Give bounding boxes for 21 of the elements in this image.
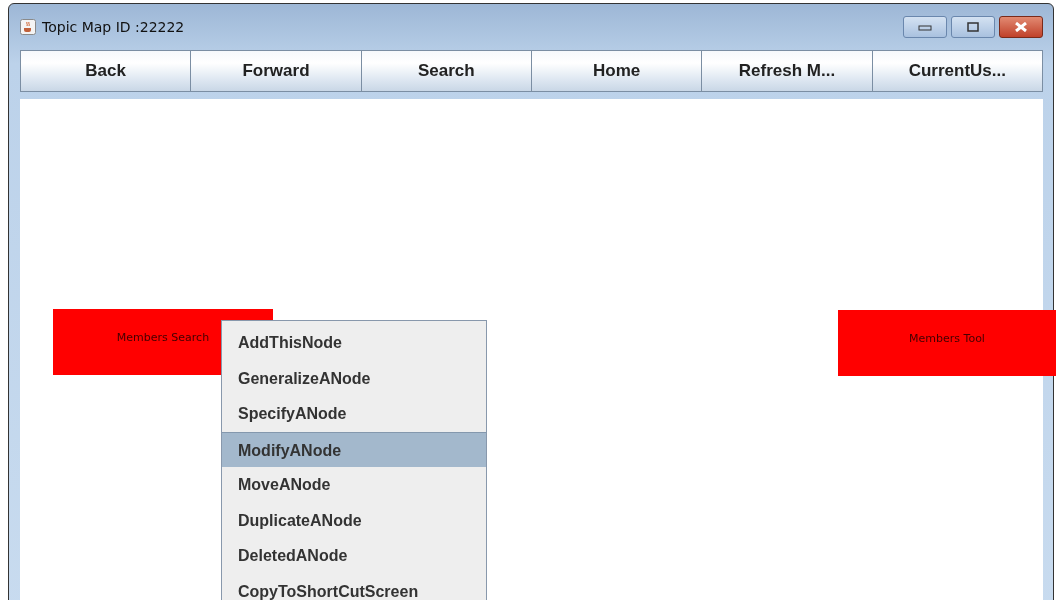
- cup-icon: [20, 19, 36, 35]
- toolbar-button[interactable]: Refresh M...: [702, 51, 873, 91]
- menu-item[interactable]: SpecifyANode: [222, 396, 486, 432]
- menu-item[interactable]: CopyToShortCutScreen: [222, 573, 486, 600]
- toolbar-button[interactable]: Back: [21, 51, 192, 91]
- window-title: Topic Map ID :22222: [42, 19, 185, 35]
- maximize-button[interactable]: [951, 16, 995, 38]
- menu-item[interactable]: ModifyANode: [222, 431, 486, 467]
- minimize-button[interactable]: [903, 16, 947, 38]
- node[interactable]: Members Tool: [838, 310, 1056, 376]
- close-icon: [1014, 22, 1028, 32]
- toolbar-button[interactable]: CurrentUs...: [872, 51, 1042, 91]
- toolbar-button[interactable]: Forward: [191, 51, 362, 91]
- menu-item[interactable]: DuplicateANode: [222, 502, 486, 538]
- close-button[interactable]: [999, 16, 1043, 38]
- menu-item[interactable]: DeletedANode: [222, 538, 486, 574]
- maximize-icon: [967, 22, 979, 32]
- toolbar-button[interactable]: Search: [361, 51, 532, 91]
- toolbar-button[interactable]: Home: [532, 51, 703, 91]
- menu-item[interactable]: MoveANode: [222, 467, 486, 503]
- minimize-icon: [918, 23, 932, 31]
